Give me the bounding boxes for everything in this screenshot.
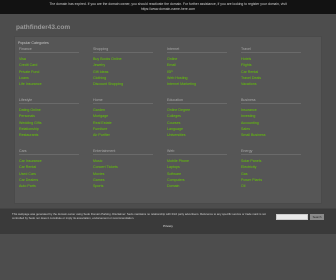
category-heading: Shopping: [93, 47, 153, 53]
category-link[interactable]: Domain: [167, 183, 227, 189]
category-heading: Finance: [19, 47, 79, 53]
category-block: Energy Solar Panels Electricity Gas Power Pl…: [241, 149, 301, 189]
category-heading: Internet: [167, 47, 227, 53]
category-link[interactable]: Universities: [167, 132, 227, 138]
domain-title: pathfinder43.com: [16, 24, 71, 31]
category-heading: Web: [167, 149, 227, 155]
footer-search-input[interactable]: [276, 214, 308, 220]
category-block: Internet Online Email ISP Web Hosting Interne…: [167, 47, 227, 87]
category-link[interactable]: Vacations: [241, 81, 301, 87]
category-link[interactable]: Discount Shopping: [93, 81, 153, 87]
category-link[interactable]: Oil: [241, 183, 301, 189]
category-block: Finance Visa Credit Card Private Fund Loans L…: [19, 47, 79, 87]
expiry-notice-line1: The domain has expired. If you are the d…: [49, 2, 287, 6]
category-block: Business Insurance Investing Accounting Sale…: [241, 98, 301, 138]
category-block: Travel Hotels Flights Car Rental Travel Deal…: [241, 47, 301, 87]
category-heading: Entertainment: [93, 149, 153, 155]
category-link[interactable]: Auto Parts: [19, 183, 79, 189]
category-heading: Energy: [241, 149, 301, 155]
categories-panel: Popular Categories Finance Visa Credit Car…: [14, 36, 322, 204]
footer-disclaimer: This webpage was generated by the domain…: [12, 212, 267, 220]
category-link[interactable]: Life Insurance: [19, 81, 79, 87]
category-link[interactable]: Small Business: [241, 132, 301, 138]
category-link[interactable]: Air Purifier: [93, 132, 153, 138]
footer-search-button[interactable]: Search: [310, 214, 324, 220]
category-heading: Cars: [19, 149, 79, 155]
category-block: Education Online Degree Colleges Courses Lan…: [167, 98, 227, 138]
category-heading: Lifestyle: [19, 98, 79, 104]
footer-bar: This webpage was generated by the domain…: [0, 208, 336, 234]
category-block: Cars Car Insurance Car Rental Used Cars Car …: [19, 149, 79, 189]
category-link[interactable]: Sports: [93, 183, 153, 189]
category-heading: Education: [167, 98, 227, 104]
category-block: Home Garden Mortgage Real Estate Furniture Ai…: [93, 98, 153, 138]
category-link[interactable]: Internet Marketing: [167, 81, 227, 87]
category-block: Web Mobile Phone Laptops Software Computers D…: [167, 149, 227, 189]
panel-title: Popular Categories: [18, 41, 49, 45]
category-link[interactable]: Restaurants: [19, 132, 79, 138]
category-block: Lifestyle Dating Online Personals Wedding G…: [19, 98, 79, 138]
category-block: Entertainment Music Concert Tickets Movies G…: [93, 149, 153, 189]
category-heading: Business: [241, 98, 301, 104]
expiry-notice-bar: The domain has expired. If you are the d…: [0, 0, 336, 14]
category-heading: Travel: [241, 47, 301, 53]
category-block: Shopping Buy Books Online Jewelry Gift Idea…: [93, 47, 153, 87]
expiry-notice-link[interactable]: https://www.domain-name-here.com: [0, 7, 336, 12]
privacy-link[interactable]: Privacy: [160, 224, 176, 229]
category-heading: Home: [93, 98, 153, 104]
